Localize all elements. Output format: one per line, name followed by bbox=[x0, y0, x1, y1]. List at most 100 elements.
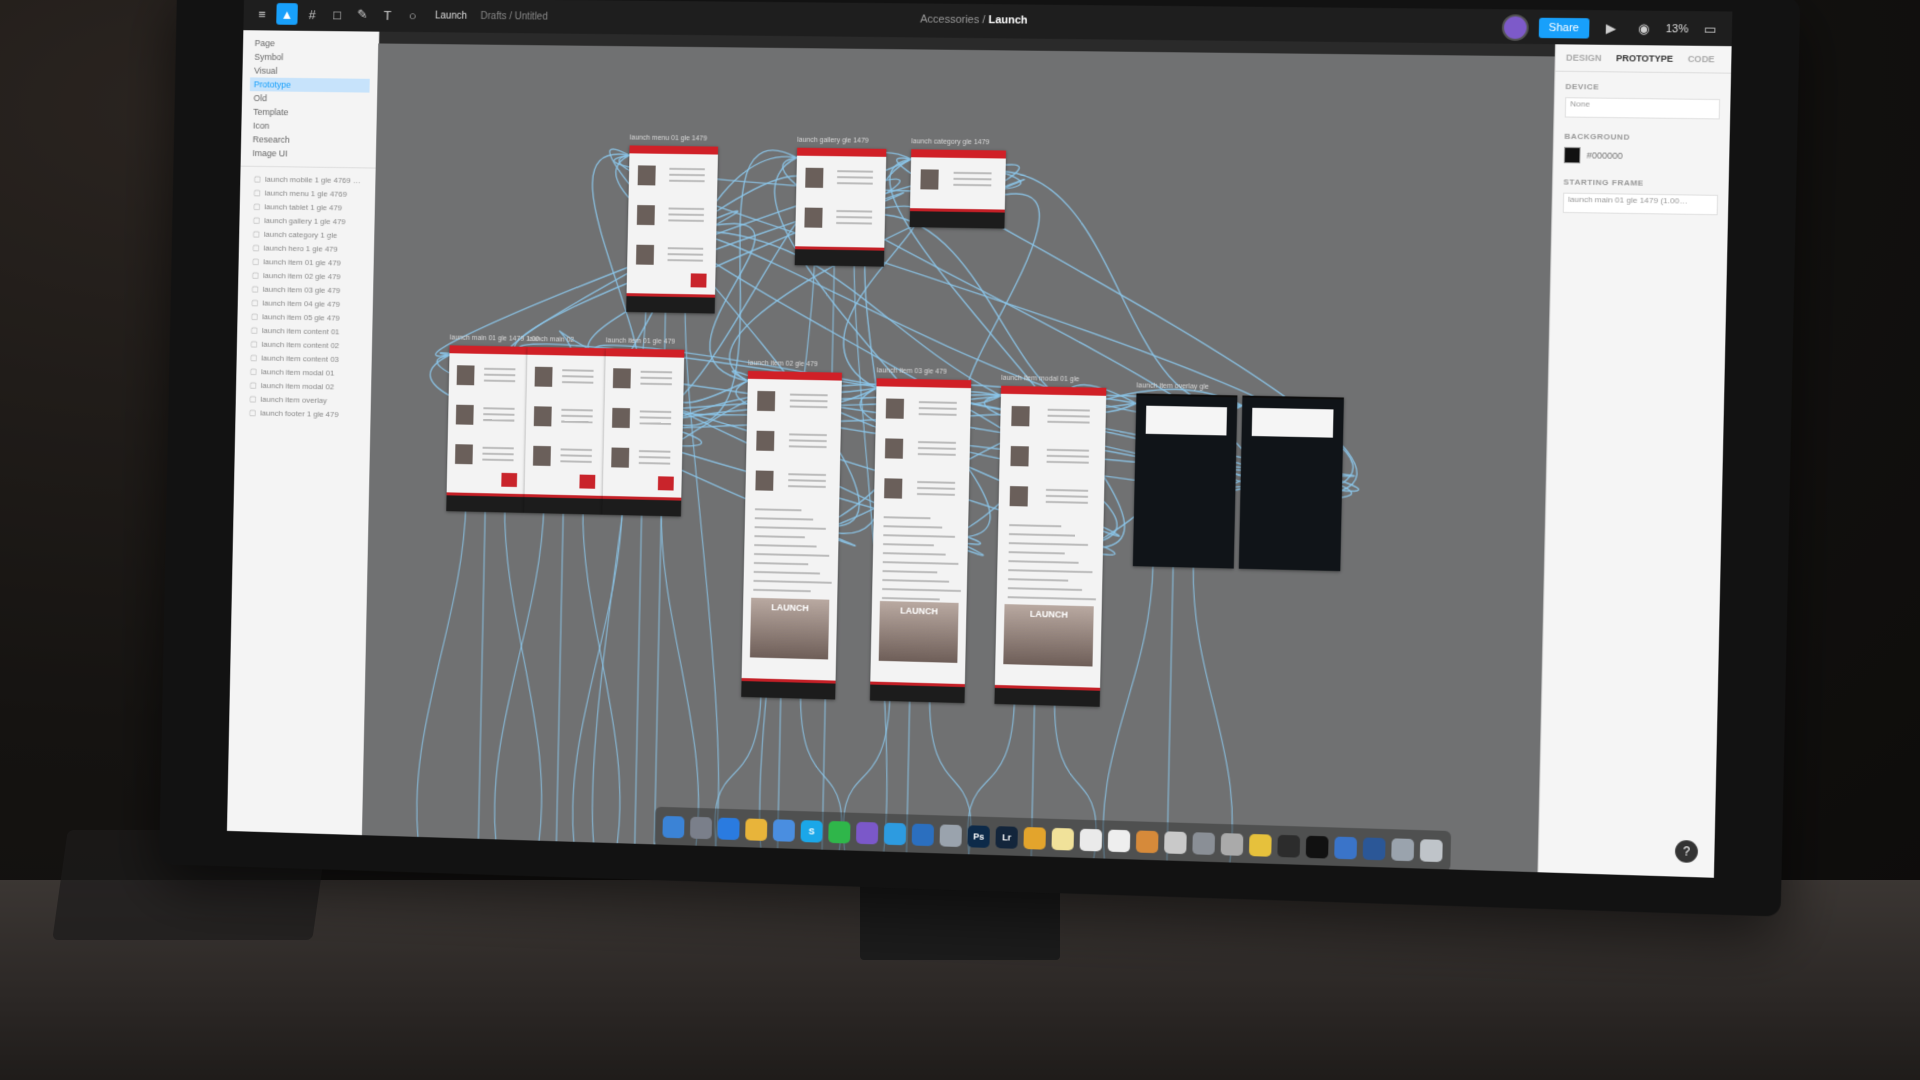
frame-label[interactable]: launch gallery gle 1479 bbox=[797, 137, 869, 145]
text-line bbox=[668, 219, 703, 222]
connector-line[interactable] bbox=[556, 506, 563, 857]
prototype-frame[interactable]: LAUNCH bbox=[870, 378, 971, 703]
whatsapp-icon[interactable] bbox=[828, 821, 850, 844]
text-line bbox=[561, 421, 592, 424]
preview-icon[interactable] bbox=[940, 824, 962, 847]
hamburger-menu-icon[interactable]: ≡ bbox=[251, 3, 273, 25]
cyberduck-icon[interactable] bbox=[1249, 834, 1272, 857]
photoshop-icon[interactable]: Ps bbox=[967, 825, 989, 848]
notes-icon[interactable] bbox=[1051, 828, 1074, 851]
book-icon[interactable]: ▭ bbox=[1699, 18, 1722, 41]
frame-label[interactable]: launch item 02 gle 479 bbox=[748, 360, 818, 368]
tab-code[interactable]: CODE bbox=[1688, 54, 1715, 64]
connector-line[interactable] bbox=[416, 503, 466, 854]
device-select[interactable]: None bbox=[1565, 97, 1720, 119]
frame-label[interactable]: launch menu 01 gle 1479 bbox=[630, 135, 707, 143]
prototype-frame[interactable] bbox=[910, 149, 1006, 228]
page-item[interactable]: Image UI bbox=[248, 146, 368, 161]
keychain-icon[interactable] bbox=[1221, 833, 1244, 856]
frame-label[interactable]: launch main 02 bbox=[528, 336, 575, 344]
frame-tool-icon[interactable]: # bbox=[301, 3, 323, 25]
frame-label[interactable]: launch main 01 gle 1479 1:00 bbox=[450, 334, 540, 343]
background-value[interactable]: #000000 bbox=[1587, 150, 1623, 161]
frame-label[interactable]: launch item 01 gle 479 bbox=[606, 337, 675, 345]
prototype-frame[interactable]: LAUNCH bbox=[994, 386, 1106, 707]
connector-line[interactable] bbox=[576, 506, 626, 859]
prototype-frame[interactable] bbox=[446, 345, 527, 513]
trello-icon[interactable] bbox=[912, 824, 934, 847]
trash-icon[interactable] bbox=[1420, 839, 1443, 862]
view-eye-icon[interactable]: ◉ bbox=[1632, 18, 1655, 41]
prototype-frame[interactable] bbox=[626, 145, 718, 313]
text-line bbox=[882, 552, 945, 556]
comment-tool-icon[interactable]: ○ bbox=[402, 4, 424, 26]
launchpad-icon[interactable] bbox=[690, 817, 712, 840]
connector-line[interactable] bbox=[478, 504, 485, 855]
calendar-icon[interactable] bbox=[1108, 830, 1131, 853]
frame-label[interactable]: launch item overlay gle bbox=[1137, 382, 1209, 390]
page-item[interactable]: Page bbox=[251, 36, 371, 51]
breadcrumb-current[interactable]: Launch bbox=[988, 14, 1027, 26]
starting-frame-select[interactable]: launch main 01 gle 1479 (1.00… bbox=[1563, 193, 1718, 216]
downloads-icon[interactable] bbox=[1391, 838, 1414, 861]
safari-icon[interactable] bbox=[718, 818, 740, 841]
connector-line[interactable] bbox=[494, 504, 544, 856]
mail-icon[interactable] bbox=[773, 819, 795, 842]
connector-line[interactable] bbox=[1001, 172, 1247, 407]
text-line bbox=[754, 553, 829, 557]
layer-item[interactable]: launch footer 1 gle 479 bbox=[235, 406, 370, 423]
overlay-card bbox=[1252, 408, 1334, 438]
xcode-icon[interactable] bbox=[1334, 837, 1357, 860]
help-icon[interactable]: ? bbox=[1675, 840, 1698, 863]
frame-label[interactable]: launch item 03 gle 479 bbox=[877, 367, 947, 375]
pen-tool-icon[interactable]: ✎ bbox=[352, 4, 374, 26]
chrome-icon[interactable] bbox=[745, 818, 767, 841]
text-line bbox=[837, 170, 873, 173]
properties-panel: DESIGN PROTOTYPE CODE DEVICE None BACKGR… bbox=[1537, 44, 1731, 878]
connector-line[interactable] bbox=[498, 505, 548, 857]
prototype-frame[interactable] bbox=[602, 348, 684, 516]
text-line bbox=[1048, 415, 1090, 418]
lightroom-icon[interactable]: Lr bbox=[995, 826, 1017, 849]
zoom-level[interactable]: 13% bbox=[1666, 23, 1689, 35]
frame-label[interactable]: launch item modal 01 gle bbox=[1001, 375, 1079, 384]
page-item[interactable]: Visual bbox=[250, 64, 370, 79]
tab-design[interactable]: DESIGN bbox=[1566, 53, 1602, 64]
figma-icon[interactable] bbox=[1277, 835, 1300, 858]
present-play-icon[interactable]: ▶ bbox=[1599, 17, 1622, 40]
skype-icon[interactable]: S bbox=[800, 820, 822, 843]
shape-tool-icon[interactable]: □ bbox=[326, 4, 348, 26]
prototype-frame[interactable] bbox=[524, 347, 606, 515]
system-prefs-icon[interactable] bbox=[1192, 832, 1215, 855]
prototype-frame[interactable] bbox=[795, 148, 887, 267]
file-tab-drafts[interactable]: Drafts / Untitled bbox=[480, 11, 547, 23]
page-item[interactable]: Symbol bbox=[250, 50, 370, 65]
word-icon[interactable] bbox=[1363, 837, 1386, 860]
photos-icon[interactable] bbox=[1136, 830, 1159, 853]
page-item[interactable]: Prototype bbox=[250, 77, 370, 92]
viber-icon[interactable] bbox=[856, 822, 878, 845]
file-tab-current[interactable]: Launch bbox=[435, 10, 467, 21]
terminal-icon[interactable] bbox=[1306, 836, 1329, 859]
avatar[interactable] bbox=[1501, 14, 1528, 41]
sketch-icon[interactable] bbox=[1023, 827, 1045, 850]
connector-line[interactable] bbox=[634, 508, 641, 860]
tab-prototype[interactable]: PROTOTYPE bbox=[1616, 53, 1673, 64]
contacts-icon[interactable] bbox=[1164, 831, 1187, 854]
finder-icon[interactable] bbox=[662, 816, 684, 839]
connector-line[interactable] bbox=[572, 506, 622, 859]
move-tool-icon[interactable]: ▲ bbox=[276, 3, 298, 25]
breadcrumb-prefix[interactable]: Accessories bbox=[920, 13, 979, 26]
text-tool-icon[interactable]: T bbox=[377, 4, 399, 26]
text-line bbox=[754, 526, 825, 530]
documents-icon[interactable] bbox=[1080, 829, 1103, 852]
page-item[interactable]: Old bbox=[250, 91, 370, 106]
telegram-icon[interactable] bbox=[884, 823, 906, 846]
frame-label[interactable]: launch category gle 1479 bbox=[911, 138, 989, 146]
share-button[interactable]: Share bbox=[1538, 18, 1589, 39]
background-swatch[interactable] bbox=[1564, 147, 1581, 163]
prototype-frame[interactable] bbox=[1133, 393, 1238, 568]
prototype-frame[interactable] bbox=[1239, 396, 1344, 572]
prototype-frame[interactable]: LAUNCH bbox=[741, 371, 842, 700]
design-canvas[interactable]: launch menu 01 gle 1479 launch gallery gl… bbox=[362, 43, 1556, 872]
